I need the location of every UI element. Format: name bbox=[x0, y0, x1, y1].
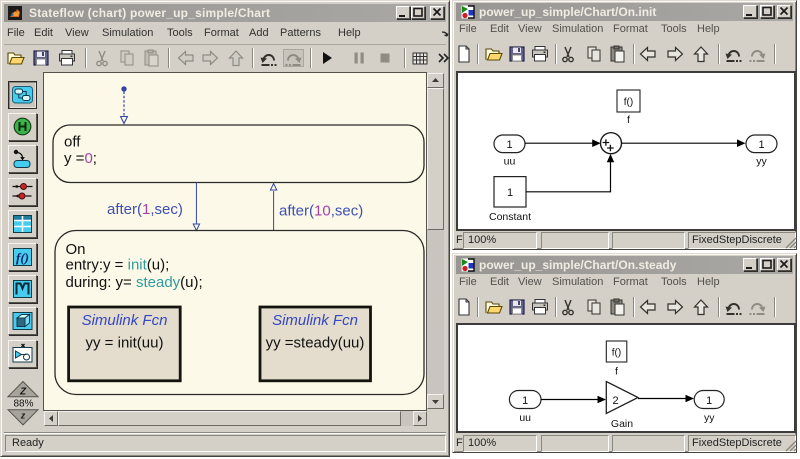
svg-text:1: 1 bbox=[506, 139, 512, 151]
svg-text:f(): f() bbox=[612, 348, 621, 359]
svg-text:entry:y = init(u);: entry:y = init(u); bbox=[66, 257, 170, 274]
svg-text:Gain: Gain bbox=[611, 418, 633, 430]
svg-text:after(1,sec): after(1,sec) bbox=[107, 201, 183, 218]
svg-text:f: f bbox=[627, 114, 630, 126]
svg-text:88%: 88% bbox=[13, 399, 33, 410]
svg-text:Simulink Fcn: Simulink Fcn bbox=[82, 312, 168, 329]
svg-text:yy: yy bbox=[704, 412, 715, 424]
svg-text:Constant: Constant bbox=[489, 211, 531, 223]
svg-text:On: On bbox=[66, 241, 86, 258]
svg-text:2: 2 bbox=[612, 395, 618, 407]
svg-text:off: off bbox=[64, 134, 81, 151]
svg-text:f(): f() bbox=[624, 97, 633, 108]
svg-text:uu: uu bbox=[504, 156, 516, 168]
svg-text:f: f bbox=[615, 366, 618, 378]
svg-text:f(): f() bbox=[16, 250, 29, 265]
svg-text:Z: Z bbox=[19, 387, 27, 398]
svg-text:yy: yy bbox=[756, 156, 767, 168]
svg-text:during: y= steady(u);: during: y= steady(u); bbox=[66, 274, 203, 291]
svg-text:yy = init(uu): yy = init(uu) bbox=[86, 335, 164, 352]
svg-text:uu: uu bbox=[519, 412, 531, 424]
svg-text:1: 1 bbox=[706, 395, 712, 407]
svg-text:1: 1 bbox=[758, 139, 764, 151]
svg-text:z: z bbox=[20, 411, 26, 421]
svg-text:1: 1 bbox=[507, 187, 513, 199]
svg-text:yy =steady(uu): yy =steady(uu) bbox=[266, 335, 365, 352]
svg-text:Simulink Fcn: Simulink Fcn bbox=[272, 312, 358, 329]
svg-text:1: 1 bbox=[522, 395, 528, 407]
svg-text:after(10,sec): after(10,sec) bbox=[279, 203, 363, 220]
svg-text:y =0;: y =0; bbox=[64, 150, 97, 167]
